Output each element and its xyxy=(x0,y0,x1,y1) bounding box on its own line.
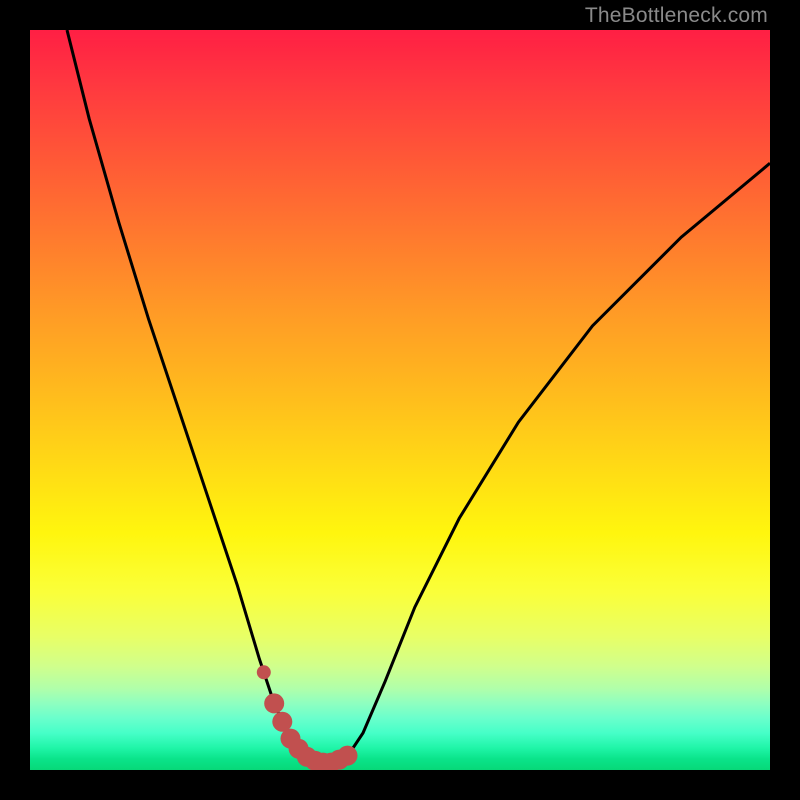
chart-frame xyxy=(30,30,770,770)
watermark-text: TheBottleneck.com xyxy=(585,4,768,28)
bottleneck-curve xyxy=(67,30,770,763)
chart-plot-area xyxy=(30,30,770,770)
valley-segment xyxy=(257,665,358,770)
chart-svg xyxy=(30,30,770,770)
